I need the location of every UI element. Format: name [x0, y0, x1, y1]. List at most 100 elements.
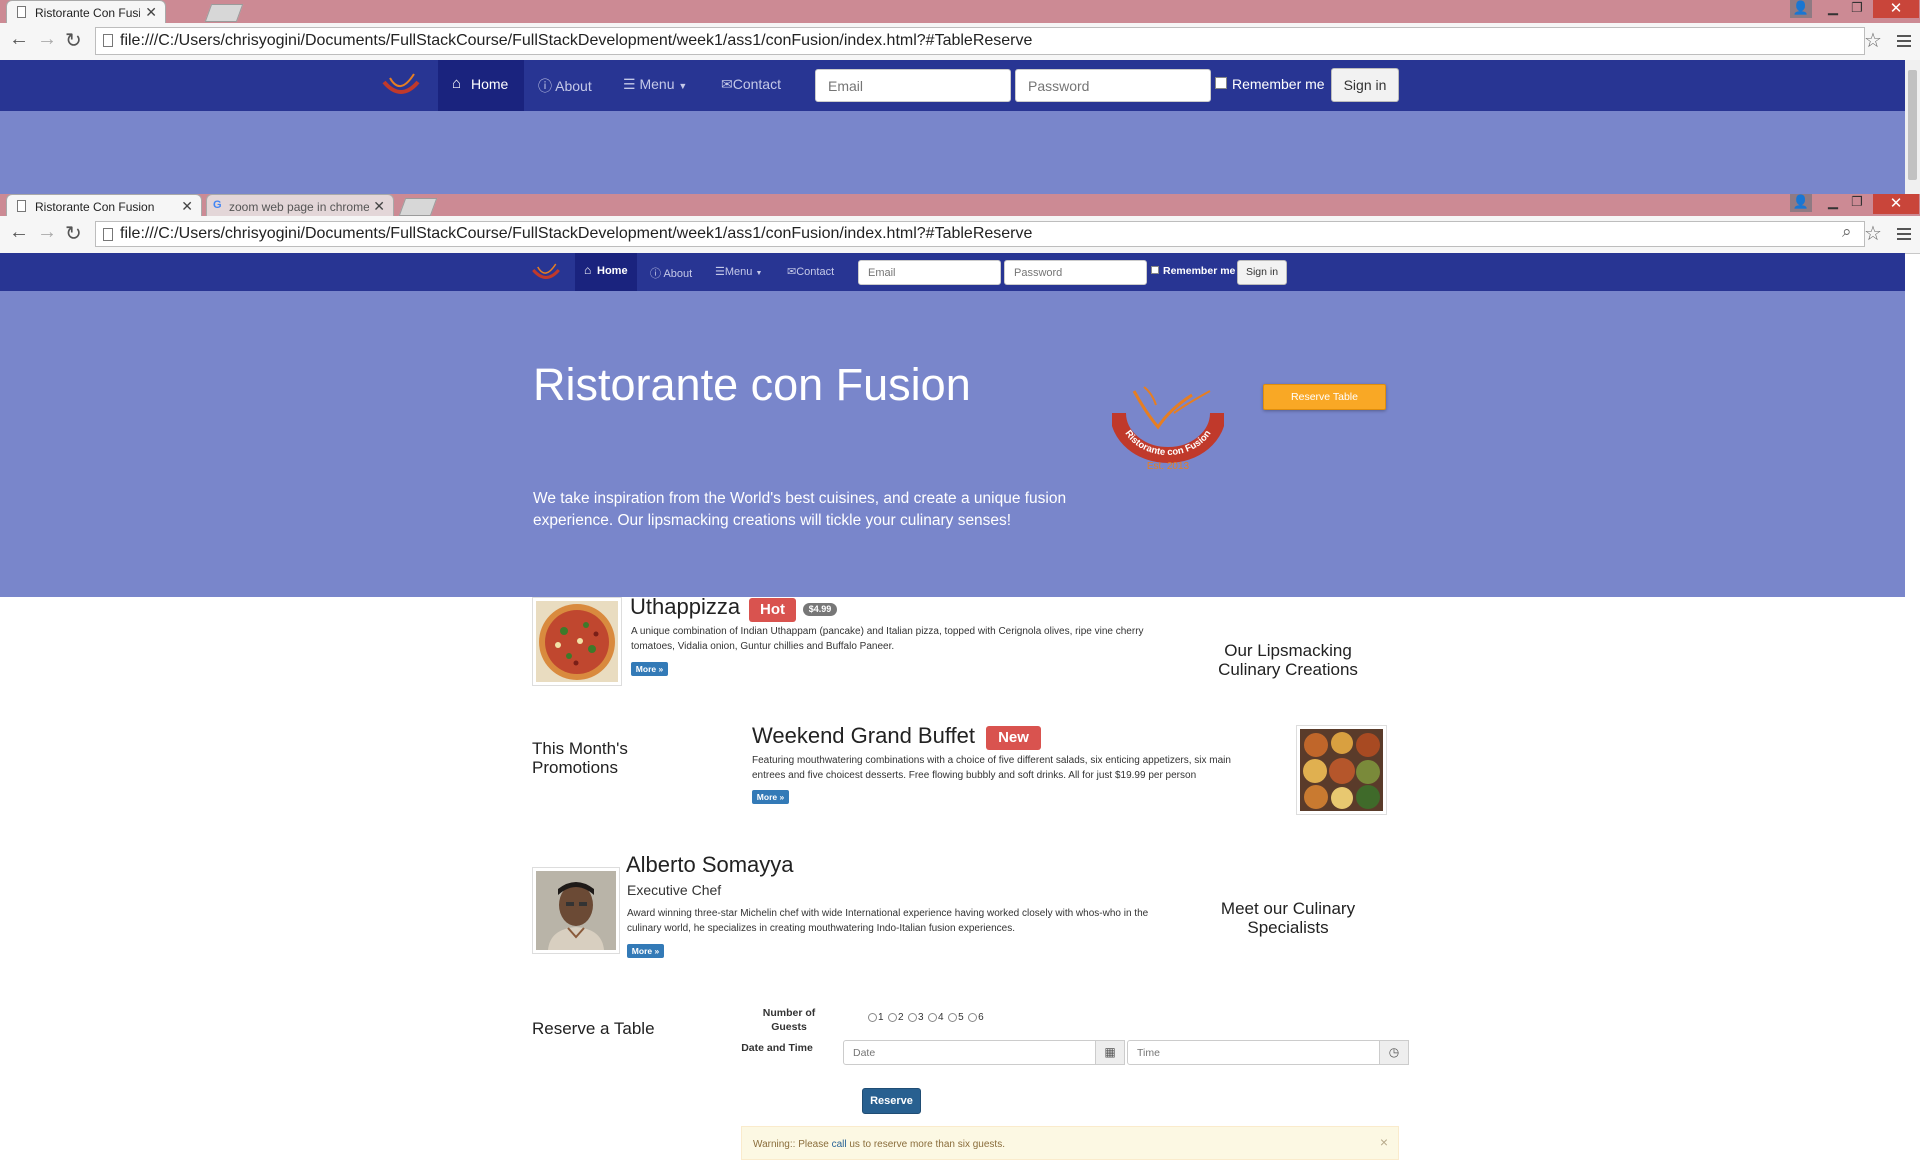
datetime-label: Date and Time	[741, 1042, 813, 1054]
remember-checkbox[interactable]	[1151, 266, 1159, 274]
profile-icon[interactable]: 👤	[1790, 194, 1812, 212]
leader-more-button[interactable]: More »	[627, 944, 664, 958]
envelope-icon: ✉	[787, 266, 797, 278]
guest-radio-4[interactable]: 4	[928, 1012, 944, 1023]
reserve-submit-button[interactable]: Reserve	[862, 1088, 921, 1114]
window-close-icon[interactable]: ✕	[1873, 194, 1919, 214]
address-bar[interactable]: file:///C:/Users/chrisyogini/Documents/F…	[95, 27, 1865, 55]
nav-contact[interactable]: ✉Contact	[787, 265, 834, 278]
restore-icon[interactable]: ❐	[1846, 0, 1868, 16]
nav-home[interactable]: ⌂ Home	[438, 60, 524, 111]
promotion-more-button[interactable]: More »	[752, 790, 789, 804]
outer-site-navbar: ⌂ Home ⓘ About ☰ Menu ▼ ✉Contact Remembe…	[0, 60, 1905, 112]
dish-more-button[interactable]: More »	[631, 662, 668, 676]
nav-about[interactable]: ⓘ About	[650, 265, 692, 281]
close-icon[interactable]: ✕	[373, 198, 385, 215]
caret-down-icon: ▼	[678, 81, 688, 91]
arrow-right-icon[interactable]: →	[37, 28, 57, 51]
buffet-image	[1296, 725, 1387, 815]
call-link[interactable]: call	[832, 1139, 847, 1150]
envelope-icon: ✉	[721, 76, 733, 92]
buffet-dishes-image	[1300, 729, 1383, 811]
minimize-icon[interactable]: ▁	[1822, 0, 1844, 16]
guest-radio-5[interactable]: 5	[948, 1012, 964, 1023]
email-field[interactable]	[858, 260, 1001, 285]
page-icon	[17, 6, 26, 18]
inner-tab-active[interactable]: Ristorante Con Fusion ✕	[6, 194, 202, 216]
arrow-left-icon[interactable]: ←	[9, 221, 29, 244]
leader-description: Award winning three-star Michelin chef w…	[627, 908, 1149, 934]
tab-title: Ristorante Con Fusion	[35, 6, 140, 20]
minimize-icon[interactable]: ▁	[1822, 194, 1844, 210]
hamburger-icon[interactable]	[1897, 228, 1911, 243]
warning-alert: Warning:: Please call us to reserve more…	[741, 1126, 1399, 1160]
reserve-table-button[interactable]: Reserve Table	[1263, 384, 1386, 410]
outer-tabstrip: Ristorante Con Fusion ✕ 👤 ▁ ❐ ✕	[0, 0, 1920, 23]
close-icon[interactable]: ✕	[181, 198, 193, 215]
password-field[interactable]	[1015, 69, 1211, 102]
date-field[interactable]	[843, 1040, 1096, 1065]
new-tab-button[interactable]	[204, 4, 244, 22]
star-icon[interactable]: ☆	[1864, 28, 1882, 53]
guest-radio-3[interactable]: 3	[908, 1012, 924, 1023]
arrow-right-icon[interactable]: →	[37, 221, 57, 244]
home-icon: ⌂	[584, 263, 592, 277]
guest-radio-2[interactable]: 2	[888, 1012, 904, 1023]
pizza-image	[536, 601, 618, 682]
remember-label: Remember me	[1232, 76, 1325, 92]
inner-tab-search[interactable]: G zoom web page in chrome ✕	[206, 194, 394, 216]
window-close-icon[interactable]: ✕	[1873, 0, 1919, 18]
outer-tab[interactable]: Ristorante Con Fusion ✕	[6, 0, 166, 23]
new-tab-button[interactable]	[398, 198, 438, 216]
reload-icon[interactable]: ↻	[65, 221, 82, 246]
home-icon: ⌂	[452, 75, 462, 92]
close-icon[interactable]: ✕	[145, 4, 157, 21]
nav-about[interactable]: ⓘ About	[538, 76, 592, 96]
brand-logo-icon[interactable]	[530, 261, 562, 285]
nav-menu[interactable]: ☰Menu ▼	[715, 265, 762, 278]
nav-menu[interactable]: ☰ Menu ▼	[623, 76, 687, 93]
tab-title: zoom web page in chrome	[229, 200, 369, 214]
page-icon	[103, 228, 113, 241]
outer-jumbotron	[0, 111, 1905, 194]
clock-icon[interactable]: ◷	[1379, 1040, 1409, 1065]
restore-icon[interactable]: ❐	[1846, 194, 1868, 210]
hot-badge: Hot	[749, 598, 796, 622]
address-bar[interactable]: file:///C:/Users/chrisyogini/Documents/F…	[95, 221, 1865, 247]
profile-icon[interactable]: 👤	[1790, 0, 1812, 18]
guest-radio-1[interactable]: 1	[868, 1012, 884, 1023]
brand-logo-icon[interactable]	[380, 70, 422, 102]
email-field[interactable]	[815, 69, 1011, 102]
nav-home[interactable]: ⌂ Home	[575, 253, 637, 291]
tab-title: Ristorante Con Fusion	[35, 200, 155, 214]
reserve-heading: Reserve a Table	[532, 1019, 655, 1038]
page-icon	[103, 34, 113, 47]
magnifier-icon[interactable]: ⌕	[1842, 222, 1852, 242]
signin-button[interactable]: Sign in	[1331, 68, 1399, 102]
warning-text: Warning:: Please	[753, 1139, 832, 1150]
scrollbar-thumb[interactable]	[1908, 70, 1917, 180]
password-field[interactable]	[1004, 260, 1147, 285]
promotion-section-heading: This Month's Promotions	[532, 739, 628, 777]
nav-contact[interactable]: ✉Contact	[721, 76, 781, 93]
calendar-icon[interactable]: ▦	[1095, 1040, 1125, 1065]
leader-image	[532, 867, 620, 954]
guest-radio-group: 1 2 3 4 5 6	[868, 1007, 984, 1025]
url-text: file:///C:/Users/chrisyogini/Documents/F…	[120, 225, 1033, 242]
dismiss-icon[interactable]: ×	[1380, 1134, 1388, 1150]
reload-icon[interactable]: ↻	[65, 28, 82, 53]
hamburger-icon[interactable]	[1897, 35, 1911, 50]
star-icon[interactable]: ☆	[1864, 221, 1882, 246]
remember-checkbox[interactable]	[1215, 77, 1227, 89]
time-field[interactable]	[1127, 1040, 1380, 1065]
guest-radio-6[interactable]: 6	[968, 1012, 984, 1023]
inner-tabstrip: Ristorante Con Fusion ✕ G zoom web page …	[0, 194, 1920, 216]
arrow-left-icon[interactable]: ←	[9, 28, 29, 51]
page-title: Ristorante con Fusion	[533, 359, 971, 410]
leader-role: Executive Chef	[627, 882, 722, 898]
signin-button[interactable]: Sign in	[1237, 260, 1287, 285]
inner-site-navbar: ⌂ Home ⓘ About ☰Menu ▼ ✉Contact Remember…	[0, 253, 1905, 292]
caret-down-icon: ▼	[755, 270, 763, 277]
warning-text-end: us to reserve more than six guests.	[846, 1139, 1005, 1150]
outer-scrollbar[interactable]	[1905, 60, 1920, 194]
